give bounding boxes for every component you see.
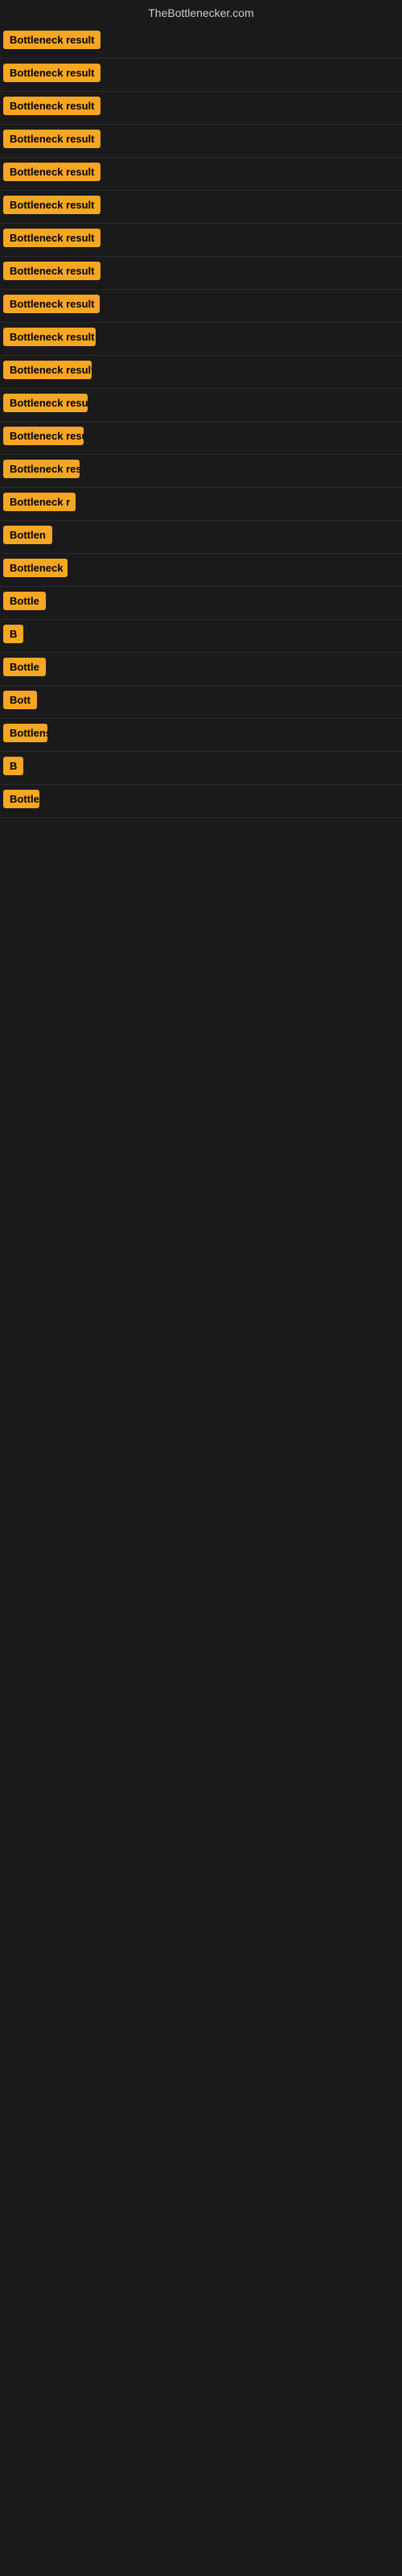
bottleneck-badge[interactable]: Bottleneck result bbox=[3, 361, 92, 379]
result-row: Bottleneck r bbox=[0, 488, 402, 521]
result-row: Bottlens bbox=[0, 719, 402, 752]
result-row: Bottleneck bbox=[0, 554, 402, 587]
bottleneck-badge[interactable]: Bottleneck result bbox=[3, 262, 100, 280]
result-row: Bottleneck result bbox=[0, 59, 402, 92]
bottleneck-badge[interactable]: Bottleneck resu bbox=[3, 460, 80, 478]
result-row: Bottleneck result bbox=[0, 356, 402, 389]
bottleneck-badge[interactable]: Bottleneck resu bbox=[3, 427, 84, 445]
result-row: Bottleneck result bbox=[0, 191, 402, 224]
result-row: Bottleneck result bbox=[0, 224, 402, 257]
bottleneck-badge[interactable]: Bottleneck result bbox=[3, 196, 100, 214]
result-row: Bottle bbox=[0, 587, 402, 620]
result-row: Bottleneck result bbox=[0, 125, 402, 158]
results-list: Bottleneck result Bottleneck result Bottle… bbox=[0, 26, 402, 818]
result-row: Bottleneck result bbox=[0, 26, 402, 59]
bottleneck-badge[interactable]: Bottleneck result bbox=[3, 31, 100, 49]
bottleneck-badge[interactable]: Bottleneck result bbox=[3, 328, 96, 346]
bottleneck-badge[interactable]: Bott bbox=[3, 691, 37, 709]
result-row: Bottle bbox=[0, 785, 402, 818]
site-title-bar: TheBottlenecker.com bbox=[0, 0, 402, 26]
result-row: Bottleneck result bbox=[0, 323, 402, 356]
bottleneck-badge[interactable]: Bottle bbox=[3, 658, 46, 676]
bottleneck-badge[interactable]: Bottleneck result bbox=[3, 229, 100, 247]
result-row: Bottleneck resu bbox=[0, 422, 402, 455]
bottleneck-badge[interactable]: Bottleneck r bbox=[3, 493, 76, 511]
bottleneck-badge[interactable]: Bottleneck result bbox=[3, 295, 100, 313]
result-row: Bottleneck resu bbox=[0, 455, 402, 488]
bottleneck-badge[interactable]: Bottle bbox=[3, 592, 46, 610]
result-row: Bottleneck result bbox=[0, 290, 402, 323]
bottleneck-badge[interactable]: Bottleneck result bbox=[3, 130, 100, 148]
result-row: Bottle bbox=[0, 653, 402, 686]
bottleneck-badge[interactable]: Bottleneck bbox=[3, 559, 68, 577]
bottleneck-badge[interactable]: Bottleneck result bbox=[3, 97, 100, 115]
bottleneck-badge[interactable]: Bottlen bbox=[3, 526, 52, 544]
result-row: Bottleneck result bbox=[0, 92, 402, 125]
bottleneck-badge[interactable]: Bottleneck resu bbox=[3, 394, 88, 412]
result-row: B bbox=[0, 752, 402, 785]
bottleneck-badge[interactable]: Bottlens bbox=[3, 724, 47, 742]
bottleneck-badge[interactable]: Bottle bbox=[3, 790, 39, 808]
result-row: Bott bbox=[0, 686, 402, 719]
bottleneck-badge[interactable]: B bbox=[3, 625, 23, 643]
result-row: Bottleneck result bbox=[0, 257, 402, 290]
result-row: B bbox=[0, 620, 402, 653]
result-row: Bottleneck resu bbox=[0, 389, 402, 422]
bottleneck-badge[interactable]: Bottleneck result bbox=[3, 163, 100, 181]
result-row: Bottlen bbox=[0, 521, 402, 554]
bottleneck-badge[interactable]: Bottleneck result bbox=[3, 64, 100, 82]
site-title: TheBottlenecker.com bbox=[0, 0, 402, 26]
result-row: Bottleneck result bbox=[0, 158, 402, 191]
bottleneck-badge[interactable]: B bbox=[3, 757, 23, 775]
